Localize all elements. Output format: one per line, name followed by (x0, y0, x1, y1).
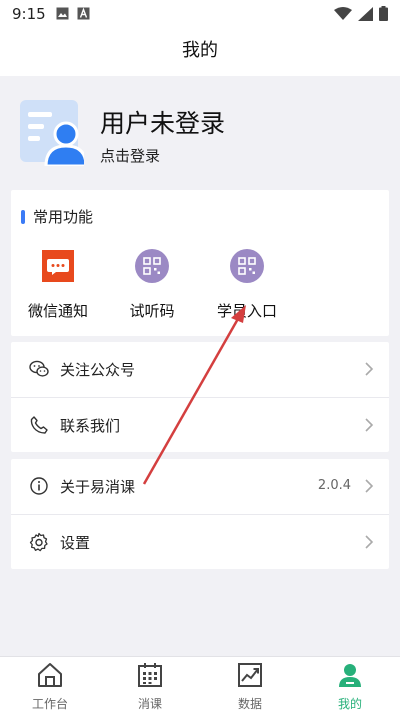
user-name: 用户未登录 (100, 109, 226, 138)
menu-item-about[interactable]: 关于易消课 2.0.4 (11, 459, 389, 514)
section-header: 常用功能 (21, 206, 93, 227)
menu-item-label: 联系我们 (60, 417, 121, 435)
bottom-tab-bar: 工作台 消课 数据 我的 (0, 656, 400, 711)
profile-section[interactable]: 用户未登录 点击登录 (20, 96, 380, 176)
tab-classes[interactable]: 消课 (100, 657, 200, 711)
function-student-entry[interactable]: 学员入口 (202, 248, 292, 321)
menu-item-contact-us[interactable]: 联系我们 (11, 398, 389, 453)
function-label: 试听码 (129, 302, 175, 320)
version-number: 2.0.4 (317, 478, 351, 493)
home-icon (38, 663, 62, 687)
wechat-notify-icon (42, 250, 74, 282)
tab-mine[interactable]: 我的 (300, 657, 400, 711)
wifi-icon (334, 6, 352, 20)
signal-icon (358, 6, 373, 21)
chevron-right-icon (365, 535, 374, 549)
chevron-right-icon (365, 418, 374, 432)
qr-code-icon (230, 249, 264, 283)
menu-group-1: 关注公众号 联系我们 (11, 342, 389, 452)
accent-bar (21, 209, 25, 224)
page-title: 我的 (182, 40, 218, 61)
function-label: 学员入口 (216, 302, 277, 320)
status-bar: 9:15 (0, 0, 400, 28)
menu-item-follow-official-account[interactable]: 关注公众号 (11, 342, 389, 397)
menu-group-2: 关于易消课 2.0.4 设置 (11, 459, 389, 569)
tab-label: 我的 (337, 697, 362, 711)
person-icon (339, 664, 361, 687)
gear-icon (29, 532, 48, 552)
section-title: 常用功能 (33, 208, 94, 226)
tab-label: 工作台 (31, 697, 68, 711)
function-wechat-notify[interactable]: 微信通知 (13, 248, 103, 321)
menu-item-label: 设置 (60, 534, 91, 552)
avatar[interactable] (20, 100, 84, 166)
function-label: 微信通知 (27, 302, 88, 320)
login-link[interactable]: 点击登录 (100, 145, 160, 166)
info-icon (30, 477, 48, 495)
chevron-right-icon (365, 479, 374, 493)
battery-icon (379, 6, 388, 21)
qr-code-icon (135, 249, 169, 283)
menu-item-label: 关注公众号 (60, 361, 136, 379)
calendar-icon (138, 663, 162, 687)
title-bar: 我的 (0, 28, 400, 76)
wechat-icon (29, 360, 49, 377)
image-icon (56, 7, 69, 20)
chart-icon (238, 663, 262, 687)
keyboard-a-icon (77, 7, 90, 20)
tab-workbench[interactable]: 工作台 (0, 657, 100, 711)
tab-label: 消课 (137, 697, 162, 711)
status-time: 9:15 (12, 5, 46, 23)
common-functions-card: 常用功能 微信通知 试听码 学员入口 (11, 190, 389, 336)
phone-icon (30, 416, 48, 434)
chevron-right-icon (365, 362, 374, 376)
function-trial-code[interactable]: 试听码 (107, 248, 197, 321)
tab-data[interactable]: 数据 (200, 657, 300, 711)
menu-item-settings[interactable]: 设置 (11, 515, 389, 570)
menu-item-label: 关于易消课 (60, 478, 136, 496)
tab-label: 数据 (237, 697, 262, 711)
